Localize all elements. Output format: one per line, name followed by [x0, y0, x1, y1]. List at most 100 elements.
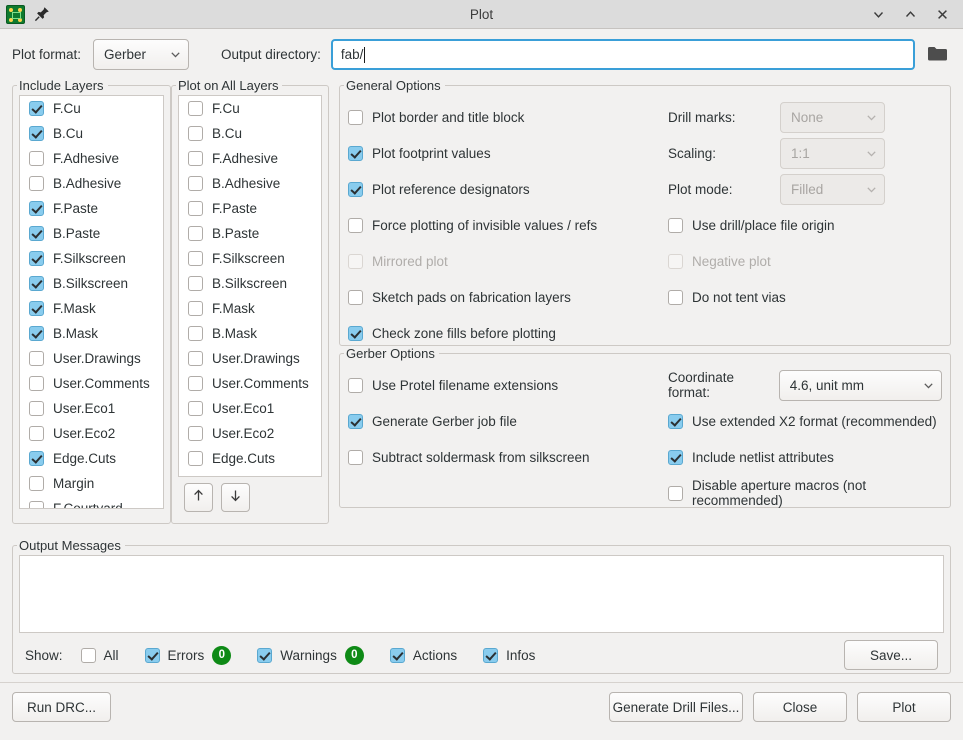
- checkbox-indicator[interactable]: [348, 181, 363, 197]
- layer-row[interactable]: B.Silkscreen: [179, 271, 321, 296]
- general-option-row[interactable]: Plot footprint values: [348, 135, 658, 171]
- checkbox-indicator[interactable]: [29, 201, 44, 216]
- pin-icon[interactable]: [33, 5, 51, 23]
- drill-marks-select[interactable]: None: [780, 101, 885, 133]
- layer-row[interactable]: F.Cu: [179, 96, 321, 121]
- layer-row[interactable]: User.Eco2: [179, 421, 321, 446]
- layer-row[interactable]: Edge.Cuts: [20, 446, 163, 471]
- gerber-option-row[interactable]: Generate Gerber job file: [348, 403, 658, 439]
- layer-row[interactable]: B.Adhesive: [179, 171, 321, 196]
- checkbox-indicator[interactable]: [668, 217, 683, 233]
- coordinate-format-select[interactable]: 4.6, unit mm: [778, 369, 942, 401]
- checkbox-indicator[interactable]: [188, 276, 203, 291]
- general-option-row[interactable]: Plot border and title block: [348, 99, 658, 135]
- checkbox-indicator[interactable]: [188, 176, 203, 191]
- checkbox-indicator[interactable]: [188, 376, 203, 391]
- checkbox-indicator[interactable]: [188, 426, 203, 441]
- layer-row[interactable]: F.Adhesive: [20, 146, 163, 171]
- checkbox-indicator[interactable]: [348, 145, 363, 161]
- checkbox-indicator[interactable]: [29, 101, 44, 116]
- checkbox-indicator[interactable]: [29, 476, 44, 491]
- checkbox-indicator[interactable]: [348, 325, 363, 341]
- checkbox-indicator[interactable]: [188, 401, 203, 416]
- checkbox-indicator[interactable]: [29, 376, 44, 391]
- checkbox-indicator[interactable]: [29, 301, 44, 316]
- checkbox-indicator[interactable]: [348, 413, 363, 429]
- message-filter-item[interactable]: All: [80, 647, 119, 663]
- layer-row[interactable]: F.Silkscreen: [20, 246, 163, 271]
- checkbox-indicator[interactable]: [80, 647, 96, 663]
- output-directory-input[interactable]: fab/: [330, 39, 915, 70]
- checkbox-indicator[interactable]: [188, 326, 203, 341]
- checkbox-indicator[interactable]: [188, 126, 203, 141]
- plot-format-select[interactable]: Gerber: [93, 39, 190, 70]
- move-layer-down-button[interactable]: [221, 483, 250, 512]
- checkbox-indicator[interactable]: [29, 226, 44, 241]
- layer-row[interactable]: User.Eco1: [179, 396, 321, 421]
- layer-row[interactable]: F.Courtyard: [20, 496, 163, 508]
- run-drc-button[interactable]: Run DRC...: [12, 692, 112, 722]
- checkbox-indicator[interactable]: [668, 289, 683, 305]
- maximize-button[interactable]: [901, 5, 919, 23]
- layer-row[interactable]: F.Mask: [20, 296, 163, 321]
- layer-row[interactable]: B.Cu: [20, 121, 163, 146]
- checkbox-indicator[interactable]: [188, 451, 203, 466]
- layer-row[interactable]: User.Eco2: [20, 421, 163, 446]
- plot-on-all-layers-list[interactable]: F.Cu B.Cu F.Adhesive B.Adhesive F.Paste B.Pas…: [178, 95, 322, 477]
- layer-row[interactable]: B.Silkscreen: [20, 271, 163, 296]
- general-option-row[interactable]: Do not tent vias: [668, 279, 942, 315]
- checkbox-indicator[interactable]: [188, 226, 203, 241]
- checkbox-indicator[interactable]: [188, 251, 203, 266]
- close-button[interactable]: [933, 5, 951, 23]
- checkbox-indicator[interactable]: [29, 501, 44, 508]
- checkbox-indicator[interactable]: [188, 151, 203, 166]
- checkbox-indicator[interactable]: [188, 351, 203, 366]
- close-button-footer[interactable]: Close: [753, 692, 847, 722]
- checkbox-indicator[interactable]: [348, 253, 363, 269]
- layer-row[interactable]: User.Drawings: [179, 346, 321, 371]
- checkbox-indicator[interactable]: [348, 449, 363, 465]
- move-layer-up-button[interactable]: [184, 483, 213, 512]
- checkbox-indicator[interactable]: [29, 251, 44, 266]
- message-filter-item[interactable]: Actions: [389, 647, 457, 663]
- gerber-option-row[interactable]: Use extended X2 format (recommended): [668, 403, 942, 439]
- include-layers-list[interactable]: F.Cu B.Cu F.Adhesive B.Adhesive F.Paste B.Pas…: [19, 95, 164, 509]
- generate-drill-files-button[interactable]: Generate Drill Files...: [609, 692, 743, 722]
- checkbox-indicator[interactable]: [188, 101, 203, 116]
- message-filter-item[interactable]: Errors 0: [144, 645, 232, 665]
- checkbox-indicator[interactable]: [257, 647, 273, 663]
- general-option-row[interactable]: Plot reference designators: [348, 171, 658, 207]
- layer-row[interactable]: F.Paste: [179, 196, 321, 221]
- save-messages-button[interactable]: Save...: [844, 640, 938, 670]
- checkbox-indicator[interactable]: [29, 451, 44, 466]
- checkbox-indicator[interactable]: [188, 201, 203, 216]
- checkbox-indicator[interactable]: [29, 151, 44, 166]
- checkbox-indicator[interactable]: [348, 217, 363, 233]
- checkbox-indicator[interactable]: [483, 647, 499, 663]
- checkbox-indicator[interactable]: [29, 176, 44, 191]
- layer-row[interactable]: B.Cu: [179, 121, 321, 146]
- checkbox-indicator[interactable]: [29, 426, 44, 441]
- checkbox-indicator[interactable]: [348, 109, 363, 125]
- general-option-row[interactable]: Force plotting of invisible values / ref…: [348, 207, 658, 243]
- checkbox-indicator[interactable]: [188, 301, 203, 316]
- layer-row[interactable]: User.Eco1: [20, 396, 163, 421]
- gerber-option-row[interactable]: Include netlist attributes: [668, 439, 942, 475]
- layer-row[interactable]: B.Mask: [20, 321, 163, 346]
- layer-row[interactable]: User.Comments: [20, 371, 163, 396]
- layer-row[interactable]: Margin: [20, 471, 163, 496]
- layer-row[interactable]: B.Paste: [20, 221, 163, 246]
- checkbox-indicator[interactable]: [29, 126, 44, 141]
- checkbox-indicator[interactable]: [348, 377, 363, 393]
- message-filter-item[interactable]: Infos: [483, 647, 535, 663]
- checkbox-indicator[interactable]: [29, 326, 44, 341]
- general-option-row[interactable]: Sketch pads on fabrication layers: [348, 279, 658, 315]
- minimize-button[interactable]: [869, 5, 887, 23]
- layer-row[interactable]: B.Mask: [179, 321, 321, 346]
- layer-row[interactable]: User.Comments: [179, 371, 321, 396]
- scaling-select[interactable]: 1:1: [780, 137, 885, 169]
- layer-row[interactable]: F.Paste: [20, 196, 163, 221]
- checkbox-indicator[interactable]: [348, 289, 363, 305]
- checkbox-indicator[interactable]: [29, 276, 44, 291]
- layer-row[interactable]: User.Drawings: [20, 346, 163, 371]
